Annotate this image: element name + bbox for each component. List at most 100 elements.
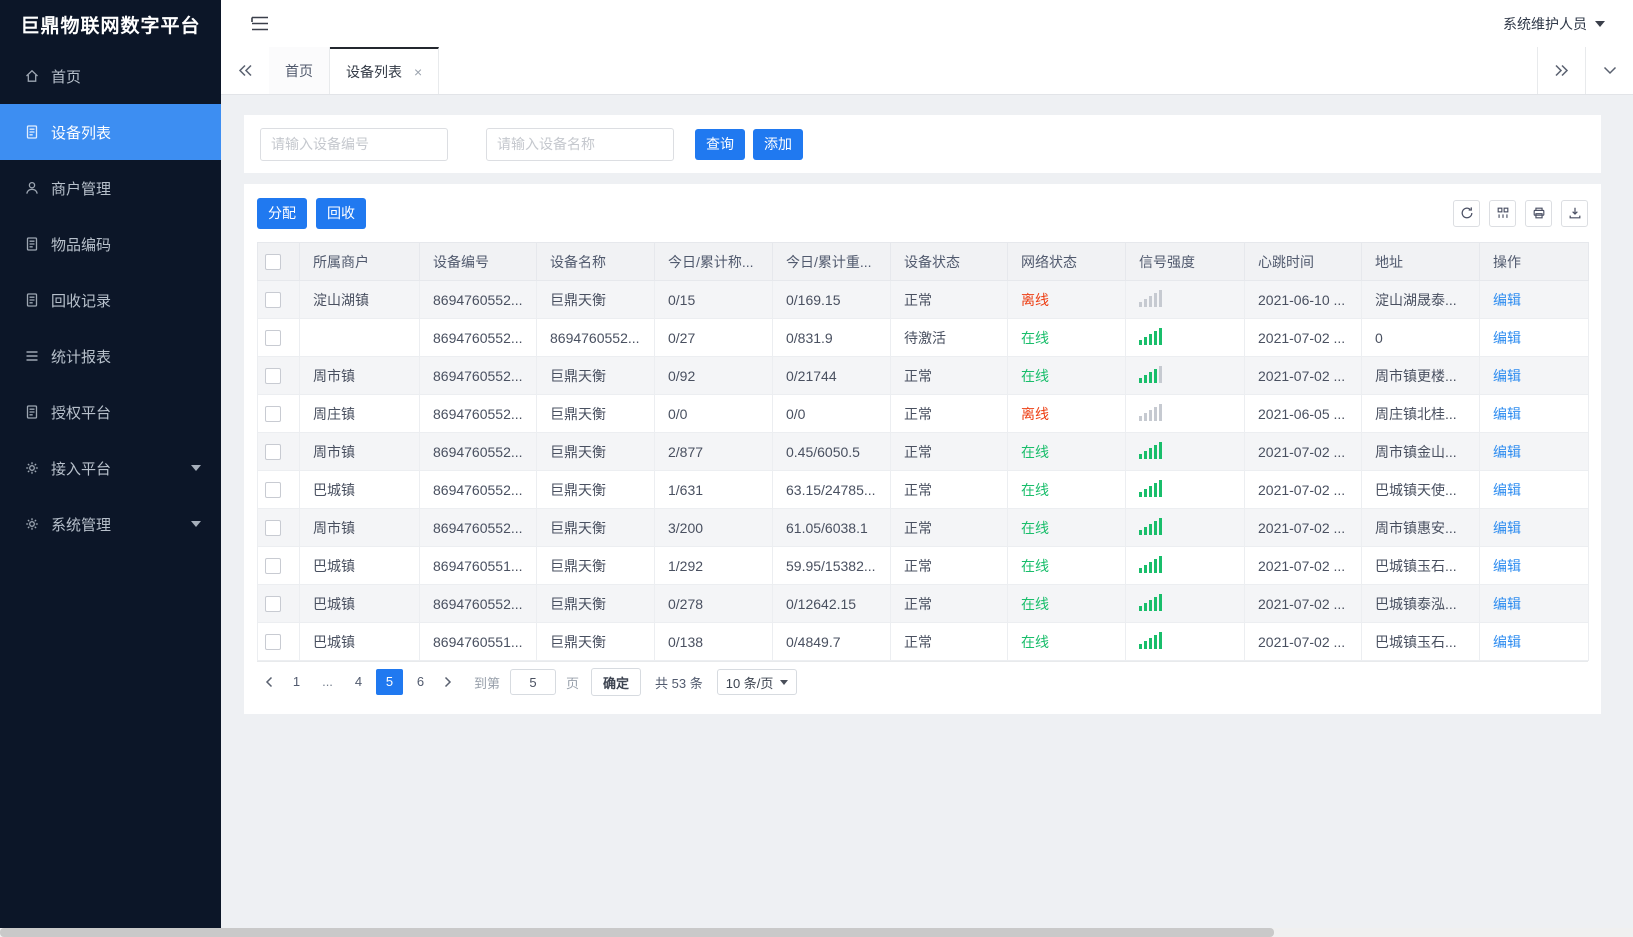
cell-heartbeat: 2021-07-02 ...	[1244, 356, 1362, 395]
device-name-input[interactable]	[486, 127, 674, 161]
cell-network-status: 在线	[1021, 557, 1049, 574]
user-menu[interactable]: 系统维护人员	[1503, 14, 1605, 34]
sidebar-item[interactable]: 商户管理	[0, 160, 221, 216]
cell-device-status: 正常	[890, 280, 1008, 319]
page-number[interactable]: 6	[407, 669, 434, 695]
sidebar-item[interactable]: 统计报表	[0, 328, 221, 384]
row-checkbox[interactable]	[265, 558, 281, 575]
page-number[interactable]: 4	[345, 669, 372, 695]
edit-link[interactable]: 编辑	[1493, 596, 1521, 612]
cell-device-name: 巨鼎天衡	[536, 584, 655, 623]
export-icon[interactable]	[1561, 199, 1588, 227]
cell-heartbeat: 2021-07-02 ...	[1244, 432, 1362, 471]
prev-page-icon[interactable]	[257, 669, 281, 695]
tabs-scroll-left-icon[interactable]	[221, 47, 269, 94]
cell-device-name: 巨鼎天衡	[536, 508, 655, 547]
row-checkbox[interactable]	[265, 520, 281, 537]
row-checkbox[interactable]	[265, 292, 281, 309]
edit-link[interactable]: 编辑	[1493, 634, 1521, 650]
cell-network-status: 离线	[1021, 405, 1049, 422]
select-all-checkbox[interactable]	[265, 254, 281, 271]
recycle-button[interactable]: 回收	[316, 197, 366, 229]
next-page-icon[interactable]	[436, 669, 460, 695]
edit-link[interactable]: 编辑	[1493, 482, 1521, 498]
cell-device-name: 巨鼎天衡	[536, 470, 655, 509]
assign-button[interactable]: 分配	[257, 197, 307, 229]
sidebar-item[interactable]: 首页	[0, 48, 221, 104]
sidebar-item[interactable]: 回收记录	[0, 272, 221, 328]
signal-strength-icon	[1139, 403, 1162, 421]
signal-strength-icon	[1139, 593, 1162, 611]
cell-heartbeat: 2021-06-10 ...	[1244, 280, 1362, 319]
edit-link[interactable]: 编辑	[1493, 368, 1521, 384]
sidebar-item[interactable]: 接入平台	[0, 440, 221, 496]
add-button[interactable]: 添加	[753, 128, 803, 160]
cell-heartbeat: 2021-07-02 ...	[1244, 584, 1362, 623]
cell-heartbeat: 2021-07-02 ...	[1244, 470, 1362, 509]
close-icon[interactable]: ×	[414, 65, 422, 79]
print-icon[interactable]	[1525, 199, 1552, 227]
sidebar-item[interactable]: 物品编码	[0, 216, 221, 272]
cell-merchant: 周市镇	[299, 356, 420, 395]
page-number[interactable]: 5	[376, 669, 403, 695]
scrollbar-thumb[interactable]	[0, 928, 1274, 937]
gear-icon	[24, 516, 40, 532]
cell-device-no: 8694760552...	[419, 584, 537, 623]
row-checkbox[interactable]	[265, 482, 281, 499]
cell-today-total-weight: 61.05/6038.1	[772, 508, 891, 547]
column-header: 网络状态	[1007, 242, 1126, 281]
row-checkbox[interactable]	[265, 368, 281, 385]
table-row: 巴城镇 8694760551... 巨鼎天衡 1/292 59.95/15382…	[257, 546, 1589, 585]
row-checkbox[interactable]	[265, 330, 281, 347]
sidebar-item[interactable]: 授权平台	[0, 384, 221, 440]
document-icon	[24, 404, 40, 420]
row-checkbox[interactable]	[265, 406, 281, 423]
cell-device-status: 正常	[890, 470, 1008, 509]
column-header: 所属商户	[299, 242, 420, 281]
query-button[interactable]: 查询	[695, 128, 745, 160]
page-number[interactable]: 1	[283, 669, 310, 695]
sidebar-item[interactable]: 设备列表	[0, 104, 221, 160]
collapse-sidebar-icon[interactable]	[251, 15, 269, 32]
row-checkbox[interactable]	[265, 596, 281, 613]
cell-merchant	[299, 318, 420, 357]
tabs-scroll-right-icon[interactable]	[1537, 47, 1585, 94]
edit-link[interactable]: 编辑	[1493, 520, 1521, 536]
edit-link[interactable]: 编辑	[1493, 406, 1521, 422]
confirm-button[interactable]: 确定	[591, 668, 642, 696]
device-no-input[interactable]	[260, 127, 448, 161]
sidebar-item-label: 系统管理	[51, 516, 112, 534]
columns-icon[interactable]	[1489, 199, 1516, 227]
sidebar-item-label: 商户管理	[51, 180, 112, 198]
row-checkbox[interactable]	[265, 634, 281, 651]
chevron-down-icon	[780, 679, 789, 685]
document-icon	[24, 236, 40, 252]
cell-address: 巴城镇玉石...	[1361, 546, 1480, 585]
tab[interactable]: 首页	[269, 47, 330, 94]
user-name: 系统维护人员	[1503, 15, 1587, 32]
tabs-menu-icon[interactable]	[1585, 47, 1633, 94]
cell-device-no: 8694760552...	[419, 318, 537, 357]
tab[interactable]: 设备列表 ×	[330, 47, 440, 94]
edit-link[interactable]: 编辑	[1493, 292, 1521, 308]
column-header: 心跳时间	[1244, 242, 1362, 281]
edit-link[interactable]: 编辑	[1493, 444, 1521, 460]
cell-merchant: 周市镇	[299, 432, 420, 471]
edit-link[interactable]: 编辑	[1493, 330, 1521, 346]
table-row: 周市镇 8694760552... 巨鼎天衡 0/92 0/21744 正常 在…	[257, 356, 1589, 395]
edit-link[interactable]: 编辑	[1493, 558, 1521, 574]
cell-network-status: 在线	[1021, 481, 1049, 498]
page-size-select[interactable]: 10 条/页	[716, 669, 798, 695]
goto-page-input[interactable]	[510, 669, 557, 695]
signal-strength-icon	[1139, 631, 1162, 649]
cell-address: 周庄镇北桂...	[1361, 394, 1480, 433]
cell-device-status: 正常	[890, 432, 1008, 471]
row-checkbox[interactable]	[265, 444, 281, 461]
cell-device-name: 巨鼎天衡	[536, 622, 655, 661]
cell-today-total-weight: 0/0	[772, 394, 891, 433]
chevron-down-icon	[191, 465, 201, 471]
refresh-icon[interactable]	[1453, 199, 1480, 227]
cell-device-status: 正常	[890, 356, 1008, 395]
horizontal-scrollbar[interactable]	[0, 928, 1633, 937]
sidebar-item[interactable]: 系统管理	[0, 496, 221, 552]
